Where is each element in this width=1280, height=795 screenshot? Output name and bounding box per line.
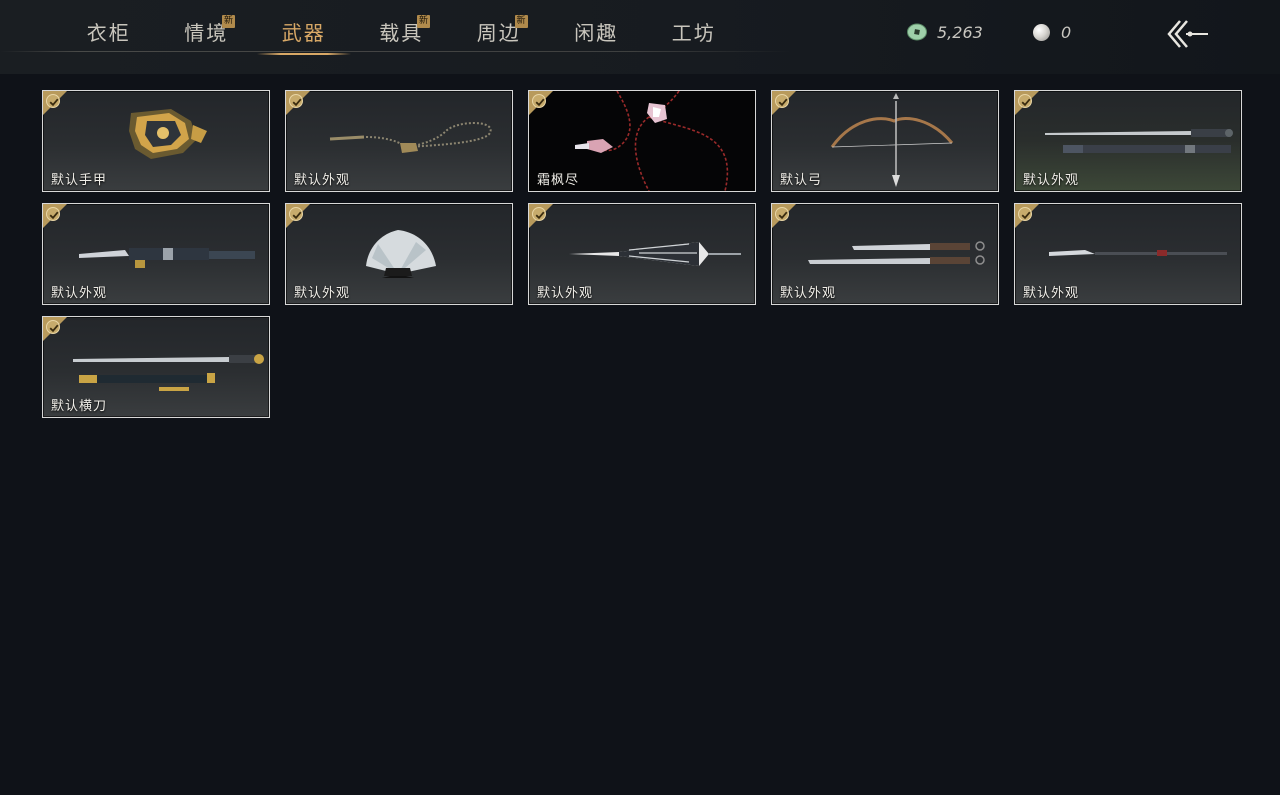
item-label: 默认外观 — [1023, 173, 1080, 188]
item-card-red-rope-dart[interactable]: 霜枫尽 — [528, 90, 756, 192]
tab-label: 工坊 — [671, 20, 716, 45]
checkmark-icon — [775, 94, 789, 108]
item-label: 默认外观 — [294, 173, 351, 188]
checkmark-icon — [289, 207, 303, 221]
item-label: 默认外观 — [1023, 286, 1080, 301]
item-card-spear[interactable]: 默认外观 — [1014, 203, 1242, 305]
checkmark-icon — [46, 320, 60, 334]
checkmark-icon — [532, 94, 546, 108]
jade-currency: 5,263 — [907, 21, 983, 43]
item-card-twin-swords[interactable]: 默认外观 — [1014, 90, 1242, 192]
tab-4[interactable]: 周边新 — [450, 10, 548, 52]
checkmark-icon — [46, 207, 60, 221]
item-label: 默认弓 — [780, 173, 823, 188]
item-card-umbrella[interactable]: 默认外观 — [528, 203, 756, 305]
tab-label: 闲趣 — [574, 20, 619, 45]
item-card-bow[interactable]: 默认弓 — [771, 90, 999, 192]
checkmark-icon — [532, 207, 546, 221]
checkmark-icon — [289, 94, 303, 108]
pearl-icon — [1033, 23, 1050, 41]
tab-label: 武器 — [281, 20, 326, 45]
item-card-sword[interactable]: 默认外观 — [42, 203, 270, 305]
item-card-dual-dao[interactable]: 默认外观 — [771, 203, 999, 305]
checkmark-icon — [1018, 207, 1032, 221]
item-card-rope-dart[interactable]: 默认外观 — [285, 90, 513, 192]
item-label: 默认外观 — [51, 286, 108, 301]
tab-6[interactable]: 工坊 — [645, 10, 743, 52]
tab-5[interactable]: 闲趣 — [548, 10, 646, 52]
new-badge: 新 — [514, 15, 528, 28]
checkmark-icon — [1018, 94, 1032, 108]
item-label: 默认外观 — [780, 286, 837, 301]
tab-2[interactable]: 武器 — [255, 10, 353, 55]
pearl-amount: 0 — [1061, 22, 1072, 42]
back-arrow-icon — [1167, 20, 1208, 48]
new-badge: 新 — [417, 15, 430, 28]
category-tabs: 衣柜 情境新武器 载具新周边新 闲趣 工坊 — [60, 10, 743, 55]
tab-divider — [0, 51, 790, 52]
item-card-gauntlet[interactable]: 默认手甲 — [42, 90, 270, 192]
back-button[interactable] — [1162, 17, 1212, 51]
top-bar: 衣柜 情境新武器 载具新周边新 闲趣 工坊 5,263 0 — [0, 0, 1280, 74]
checkmark-icon — [775, 207, 789, 221]
checkmark-icon — [46, 94, 60, 108]
tab-3[interactable]: 载具新 — [353, 10, 451, 52]
item-card-fan[interactable]: 默认外观 — [285, 203, 513, 305]
item-label: 默认横刀 — [51, 399, 108, 414]
jade-coin-icon — [907, 23, 927, 41]
tab-0[interactable]: 衣柜 — [60, 10, 158, 52]
tab-1[interactable]: 情境新 — [158, 10, 256, 52]
item-label: 默认外观 — [294, 286, 351, 301]
item-label: 默认外观 — [537, 286, 594, 301]
tab-label: 衣柜 — [86, 20, 131, 45]
item-card-hengdao[interactable]: 默认横刀 — [42, 316, 270, 418]
pearl-currency: 0 — [1033, 21, 1071, 43]
item-label: 霜枫尽 — [537, 173, 580, 188]
new-badge: 新 — [222, 15, 235, 28]
item-label: 默认手甲 — [51, 173, 108, 188]
jade-amount: 5,263 — [937, 22, 983, 42]
